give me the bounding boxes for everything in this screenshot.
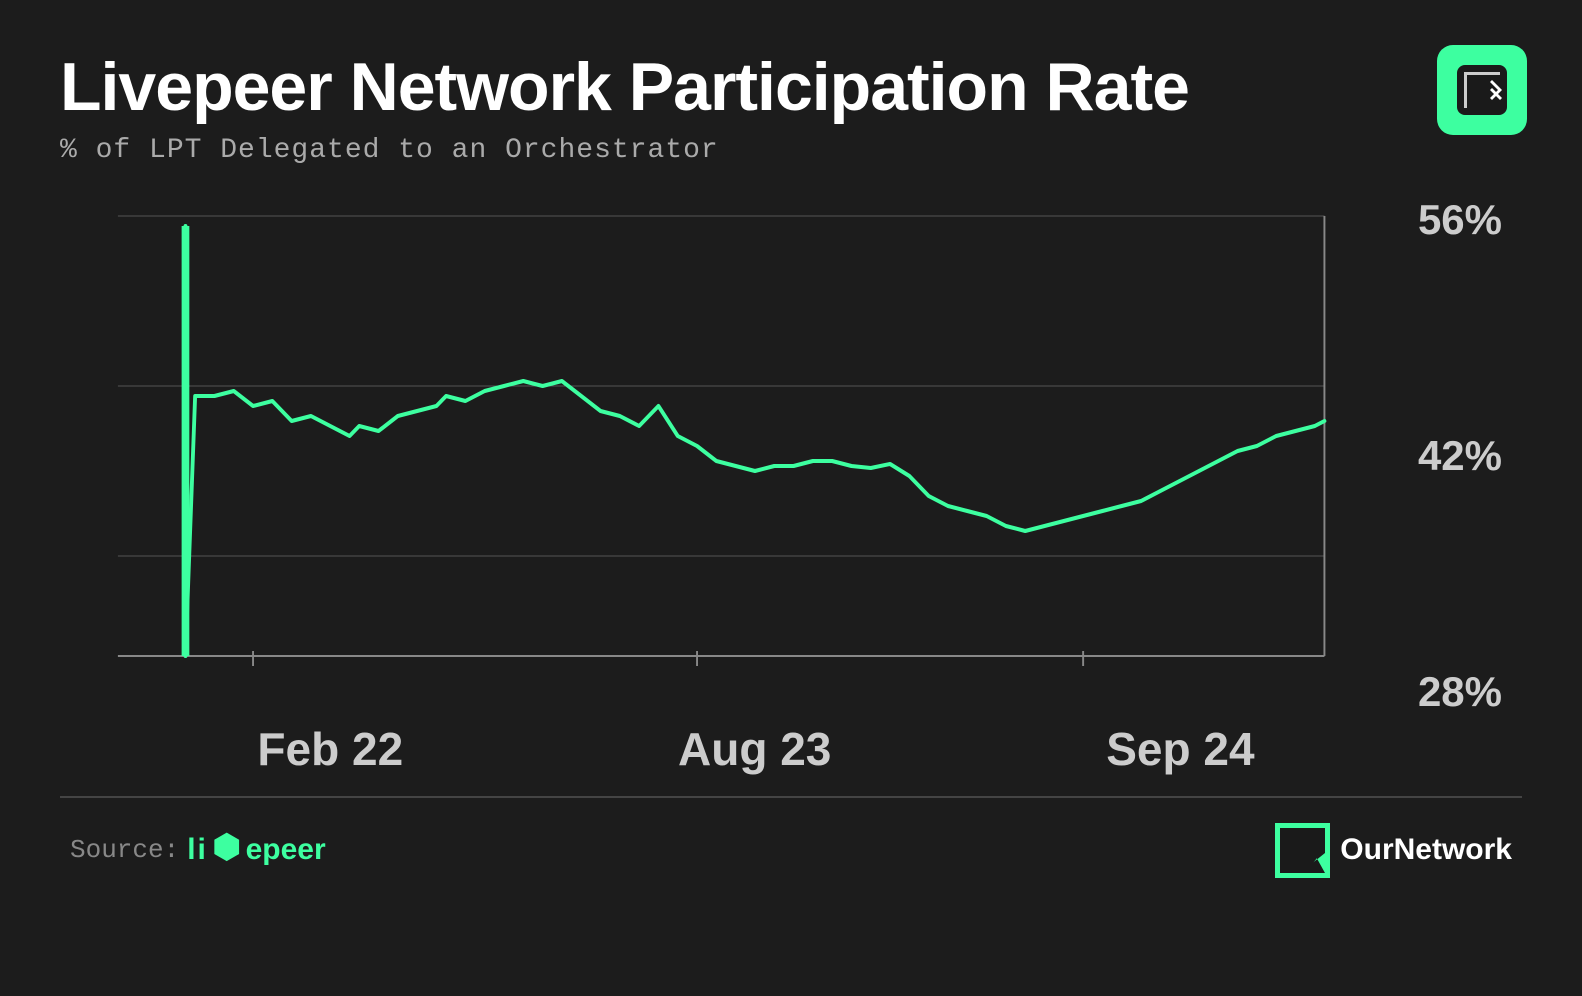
ournetwork-icon bbox=[1275, 823, 1330, 878]
source-label: Source: bbox=[70, 835, 179, 865]
x-label-aug23: Aug 23 bbox=[678, 722, 831, 776]
chart-area: 56% 42% 28% Feb 22 Aug 23 Sep 24 bbox=[60, 196, 1522, 776]
livepeer-name2: epeer bbox=[246, 833, 326, 867]
footer: Source: li ⬢ epeer OurNetwork bbox=[60, 823, 1522, 878]
chart-svg-container bbox=[60, 196, 1392, 716]
y-label-42: 42% bbox=[1418, 432, 1502, 480]
x-label-sep24: Sep 24 bbox=[1106, 722, 1254, 776]
livepeer-dot1: ⬢ bbox=[212, 833, 242, 867]
ournetwork-text: OurNetwork bbox=[1340, 833, 1512, 867]
main-container: Livepeer Network Participation Rate % of… bbox=[0, 0, 1582, 996]
livepeer-name: li bbox=[187, 833, 208, 867]
chart-title: Livepeer Network Participation Rate bbox=[60, 50, 1522, 125]
y-label-28: 28% bbox=[1418, 668, 1502, 716]
x-label-feb22: Feb 22 bbox=[257, 722, 403, 776]
chart-subtitle: % of LPT Delegated to an Orchestrator bbox=[60, 135, 1522, 166]
source-attribution: Source: li ⬢ epeer bbox=[70, 833, 326, 867]
livepeer-logo-icon bbox=[1437, 45, 1527, 135]
y-label-56: 56% bbox=[1418, 196, 1502, 244]
footer-divider bbox=[60, 796, 1522, 798]
x-axis-labels: Feb 22 Aug 23 Sep 24 bbox=[60, 722, 1392, 776]
y-axis-labels: 56% 42% 28% bbox=[1418, 196, 1502, 776]
ournetwork-logo: OurNetwork bbox=[1275, 823, 1512, 878]
livepeer-footer-logo: li ⬢ epeer bbox=[187, 833, 325, 867]
